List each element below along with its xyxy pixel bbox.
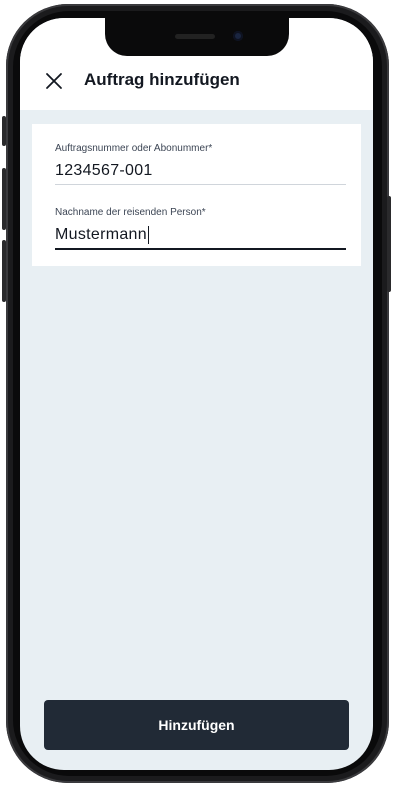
page-title: Auftrag hinzufügen: [84, 70, 240, 89]
order-number-field[interactable]: Auftragsnummer oder Abonummer* 1234567-0…: [55, 142, 346, 185]
header-separator: [20, 110, 373, 124]
last-name-field[interactable]: Nachname der reisenden Person* Musterman…: [55, 206, 346, 250]
last-name-underline: [55, 248, 346, 250]
speaker-grille: [175, 34, 215, 39]
order-number-underline: [55, 184, 346, 185]
last-name-label: Nachname der reisenden Person*: [55, 207, 206, 218]
add-button[interactable]: Hinzufügen: [44, 700, 349, 750]
last-name-input[interactable]: Mustermann: [55, 224, 147, 246]
silent-switch: [2, 116, 6, 146]
power-button: [387, 196, 391, 292]
front-camera: [233, 31, 243, 41]
volume-up-button: [2, 168, 6, 230]
add-order-form: Auftragsnummer oder Abonummer* 1234567-0…: [32, 124, 361, 266]
last-name-input-wrapper[interactable]: Mustermann: [55, 224, 346, 246]
app-screen: Auftrag hinzufügen Auftragsnummer oder A…: [20, 18, 373, 770]
text-cursor: [147, 226, 150, 244]
volume-down-button: [2, 240, 6, 302]
notch: [105, 18, 289, 56]
close-icon: [46, 73, 62, 89]
close-button[interactable]: [42, 69, 66, 93]
order-number-label: Auftragsnummer oder Abonummer*: [55, 143, 213, 154]
order-number-input[interactable]: 1234567-001: [55, 160, 346, 182]
